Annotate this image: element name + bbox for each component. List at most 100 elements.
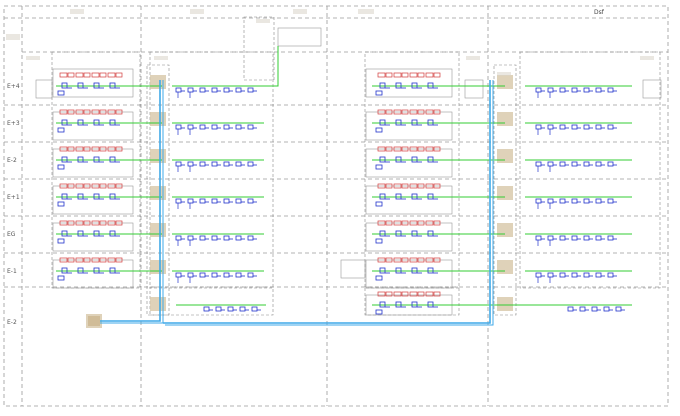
blue-device (235, 272, 242, 278)
blue-device (199, 87, 206, 93)
blue-device (223, 87, 230, 93)
blue-device (607, 87, 614, 93)
red-device (91, 72, 100, 78)
blue-device (567, 306, 574, 312)
header-label-blur (6, 34, 20, 40)
blue-device (547, 124, 554, 130)
blue-device (547, 87, 554, 93)
blue-valve (57, 238, 65, 244)
level-label: EG (7, 231, 16, 238)
red-device (385, 291, 393, 297)
blue-device (235, 161, 242, 167)
red-device (409, 291, 418, 297)
roof-structure-box (243, 16, 275, 81)
floor-room-box (52, 111, 134, 141)
floor-room-box (365, 259, 453, 289)
shaft-blur (497, 297, 513, 311)
blue-device (211, 161, 218, 167)
blue-device (187, 124, 194, 130)
blue-device (187, 272, 194, 278)
blue-device (571, 161, 578, 167)
red-device (75, 72, 84, 78)
blue-device (235, 198, 242, 204)
blue-device (211, 235, 218, 241)
blue-device (571, 87, 578, 93)
shaft-blur (150, 112, 166, 126)
note-box (35, 79, 53, 99)
blue-device (603, 306, 610, 312)
blue-device (559, 198, 566, 204)
blue-device (211, 87, 218, 93)
blue-device (571, 124, 578, 130)
blue-device (595, 124, 602, 130)
floor-room-box (52, 148, 134, 178)
blue-device (247, 161, 254, 167)
blue-device (247, 272, 254, 278)
blue-device (251, 306, 258, 312)
red-device (425, 291, 434, 297)
blue-valve (57, 127, 65, 133)
blue-device (535, 87, 542, 93)
blue-device (547, 161, 554, 167)
level-label: E-1 (7, 268, 17, 275)
detail-label-blur (26, 56, 40, 60)
blue-device (247, 198, 254, 204)
blue-valve (375, 90, 383, 96)
red-device (59, 72, 68, 78)
room-frame (519, 51, 661, 289)
blue-device (559, 161, 566, 167)
red-device (377, 72, 386, 78)
blue-device (595, 161, 602, 167)
shaft-blur (150, 223, 166, 237)
red-device (385, 72, 393, 78)
blue-device (607, 198, 614, 204)
blue-device (187, 161, 194, 167)
detail-label-blur (256, 19, 270, 23)
note-box (340, 259, 366, 279)
blue-device (235, 87, 242, 93)
floor-room-box (365, 111, 453, 141)
shaft-blur (150, 149, 166, 163)
blue-device (247, 124, 254, 130)
blue-device (535, 235, 542, 241)
blue-device (235, 124, 242, 130)
blue-device (199, 272, 206, 278)
blue-device (583, 124, 590, 130)
header-label-blur (190, 9, 204, 14)
blue-valve (375, 164, 383, 170)
blue-device (535, 124, 542, 130)
blue-device (227, 306, 234, 312)
riser-diagram: Dsf E+4 E+3 E-2 E+1 EG E-1 E-2 (0, 0, 680, 412)
blue-device (547, 235, 554, 241)
blue-device (211, 124, 218, 130)
blue-device (535, 272, 542, 278)
blue-device (199, 124, 206, 130)
blue-device (595, 235, 602, 241)
blue-device (175, 161, 182, 167)
shaft-blur (497, 186, 513, 200)
blue-device (187, 87, 194, 93)
red-device (417, 291, 425, 297)
blue-device (187, 198, 194, 204)
blue-device (547, 272, 554, 278)
red-device (401, 291, 409, 297)
blue-device (559, 272, 566, 278)
shaft-blur (150, 186, 166, 200)
top-right-label: Dsf (594, 9, 605, 16)
blue-device (595, 198, 602, 204)
blue-device (607, 235, 614, 241)
red-device (377, 291, 386, 297)
blue-device (199, 235, 206, 241)
blue-device (535, 198, 542, 204)
room-frame (364, 286, 460, 316)
red-device (401, 72, 409, 78)
blue-device (223, 124, 230, 130)
blue-device (583, 87, 590, 93)
blue-device (591, 306, 598, 312)
blue-device (559, 235, 566, 241)
blue-device (595, 87, 602, 93)
blue-device (535, 161, 542, 167)
blue-device (559, 87, 566, 93)
shaft-blur (497, 112, 513, 126)
blue-valve (375, 201, 383, 207)
